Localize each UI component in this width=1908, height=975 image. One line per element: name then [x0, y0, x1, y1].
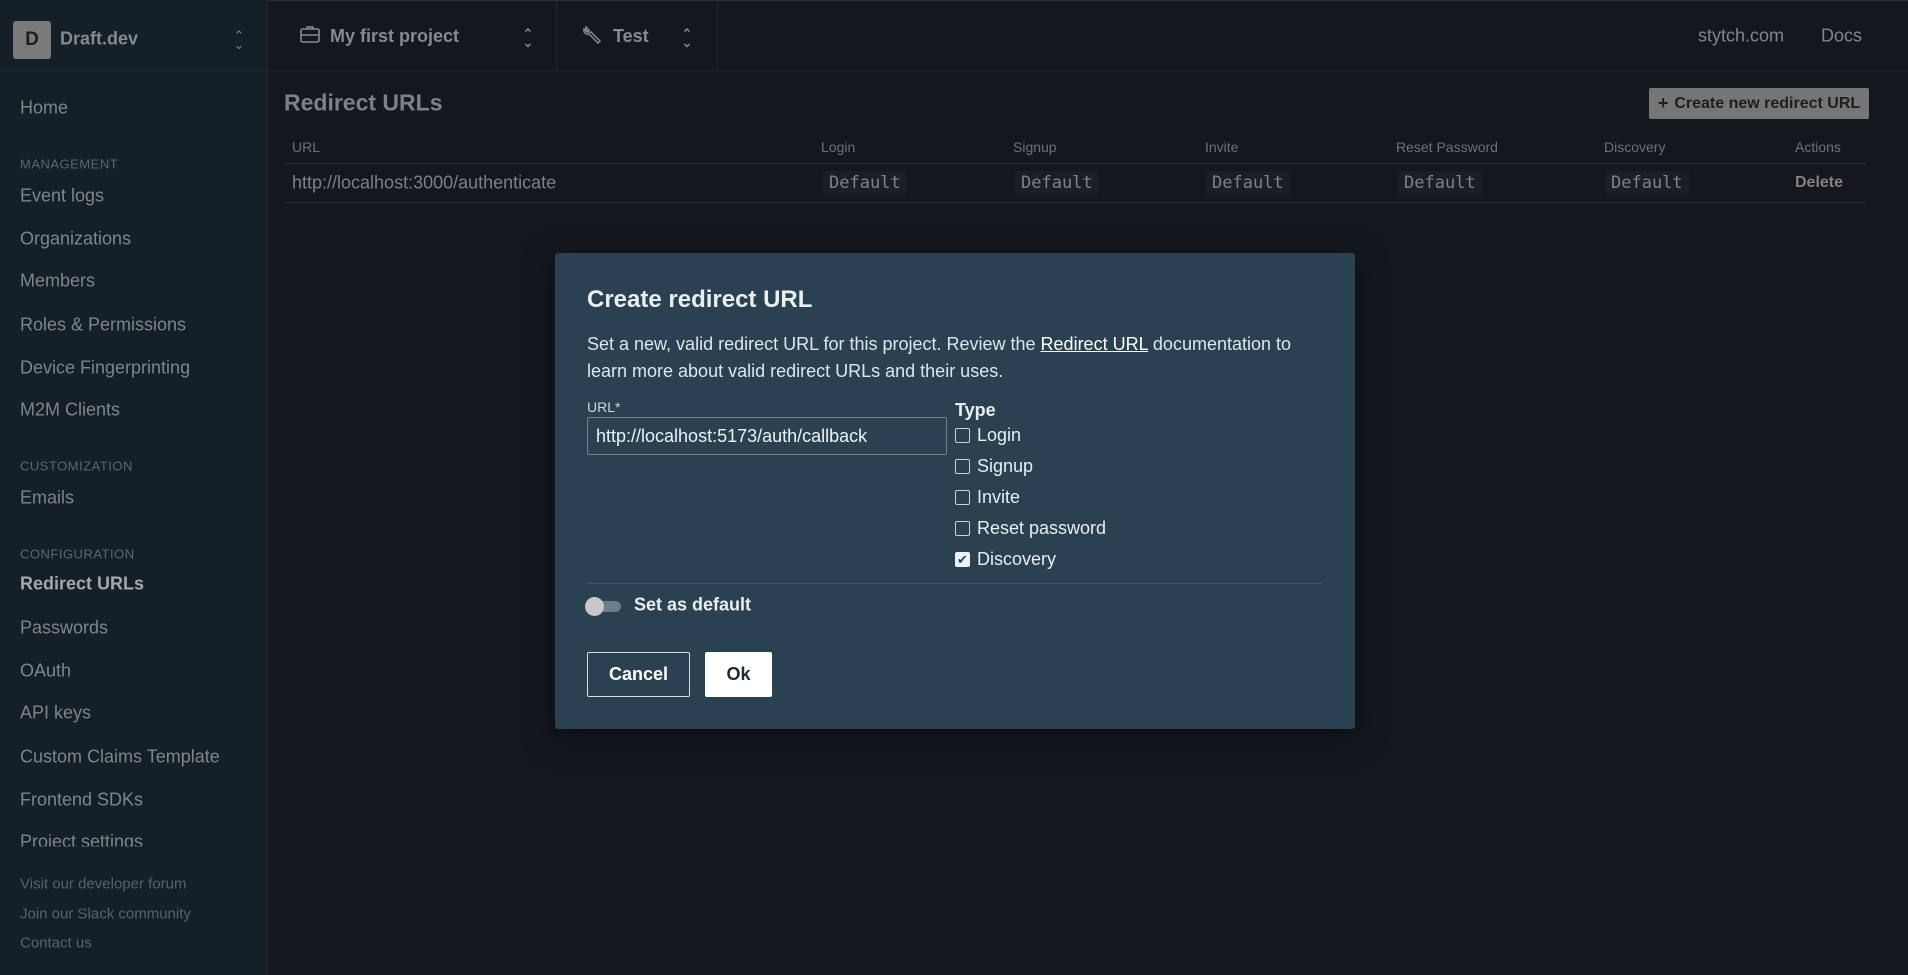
checkbox-unchecked-icon [955, 459, 970, 474]
sidebar-item-home[interactable]: Home [20, 98, 68, 119]
type-label: Invite [977, 487, 1021, 507]
type-checkbox-discovery[interactable]: ✔ Discovery [955, 549, 1056, 570]
checkbox-unchecked-icon [955, 428, 970, 443]
docs-link[interactable]: Docs [1821, 26, 1862, 47]
sidebar-section-heading: MANAGEMENT [20, 156, 119, 172]
dialog-title: Create redirect URL [587, 286, 813, 313]
type-checkbox-signup[interactable]: Signup [955, 456, 1033, 477]
sidebar-item-frontend-sdks[interactable]: Frontend SDKs [20, 790, 143, 811]
sidebar-item-passwords[interactable]: Passwords [20, 618, 108, 639]
checkbox-unchecked-icon [955, 521, 970, 536]
signup-default-badge: Default [1015, 171, 1099, 195]
create-redirect-url-button[interactable]: + Create new redirect URL [1649, 88, 1869, 119]
sidebar-section-heading: CONFIGURATION [20, 546, 135, 562]
url-label: URL* [587, 399, 621, 415]
row-url: http://localhost:3000/authenticate [292, 172, 557, 193]
chevron-updown-icon: ⌃ ⌄ [233, 28, 245, 52]
header-discovery: Discovery [1604, 139, 1666, 155]
sidebar-item-roles-permissions[interactable]: Roles & Permissions [20, 315, 186, 336]
delete-link[interactable]: Delete [1795, 174, 1843, 192]
header-login: Login [821, 139, 856, 155]
footer-link-0[interactable]: Visit our developer forum [20, 876, 186, 893]
sidebar-item-emails[interactable]: Emails [20, 488, 74, 509]
set-as-default-label: Set as default [634, 594, 752, 615]
type-label: Login [977, 425, 1022, 445]
header-reset-password: Reset Password [1396, 139, 1498, 155]
page-title: Redirect URLs [284, 89, 443, 116]
sidebar-item-custom-claims-template[interactable]: Custom Claims Template [20, 747, 220, 768]
type-label: Discovery [977, 549, 1057, 569]
chevron-updown-icon: ⌃ ⌄ [681, 26, 693, 50]
org-switcher[interactable]: D Draft.dev ⌃ ⌄ [0, 0, 268, 71]
sidebar-item-oauth[interactable]: OAuth [20, 661, 71, 682]
sidebar-item-organizations[interactable]: Organizations [20, 229, 131, 250]
top-bar: My first project ⌃ ⌄ Test ⌃ ⌄ stytch.com D… [268, 0, 1908, 71]
type-checkbox-login[interactable]: Login [955, 425, 1021, 446]
briefcase-icon [300, 25, 320, 48]
environment-name: Test [613, 25, 649, 46]
project-name: My first project [330, 25, 460, 46]
org-avatar: D [13, 21, 51, 59]
header-actions: Actions [1795, 139, 1841, 155]
login-default-badge: Default [823, 171, 907, 195]
sidebar-item-m2m-clients[interactable]: M2M Clients [20, 400, 120, 421]
redirect-url-docs-link[interactable]: Redirect URL [1041, 334, 1148, 354]
cancel-button[interactable]: Cancel [587, 652, 690, 697]
invite-default-badge: Default [1206, 171, 1290, 195]
checkbox-unchecked-icon [955, 490, 970, 505]
sidebar-section-heading: CUSTOMIZATION [20, 458, 133, 474]
table-row [284, 202, 1866, 203]
chevron-updown-icon: ⌃ ⌄ [522, 26, 534, 50]
create-redirect-url-dialog: Create redirect URL Set a new, valid red… [555, 253, 1355, 729]
wrench-icon [583, 24, 603, 49]
type-label: Signup [977, 456, 1034, 476]
sidebar-item-redirect-urls[interactable]: Redirect URLs [20, 574, 144, 595]
checkbox-checked-icon: ✔ [955, 552, 970, 567]
environment-selector[interactable]: Test ⌃ ⌄ [557, 1, 718, 71]
sidebar: D Draft.dev ⌃ ⌄ Home MANAGEMENT Event logs O… [0, 0, 268, 975]
set-as-default-toggle[interactable] [585, 596, 623, 616]
sidebar-item-api-keys[interactable]: API keys [20, 703, 91, 724]
org-name: Draft.dev [60, 28, 139, 49]
dialog-description: Set a new, valid redirect URL for this p… [587, 334, 1292, 381]
type-checkbox-invite[interactable]: Invite [955, 487, 1020, 508]
type-label: Type [955, 400, 996, 420]
reset-default-badge: Default [1398, 171, 1482, 195]
footer-link-1[interactable]: Join our Slack community [20, 906, 191, 923]
type-checkbox-reset-password[interactable]: Reset password [955, 518, 1106, 539]
stytch-link[interactable]: stytch.com [1698, 26, 1784, 47]
ok-button[interactable]: Ok [705, 652, 772, 697]
plus-icon: + [1657, 93, 1669, 113]
type-label: Reset password [977, 518, 1107, 538]
project-selector[interactable]: My first project ⌃ ⌄ [268, 1, 557, 71]
sidebar-item-project-settings[interactable]: Project settings [20, 832, 143, 847]
url-input[interactable] [587, 417, 947, 455]
header-url: URL [292, 139, 321, 155]
type-checkbox-group: Login Signup Invite Reset password ✔ Discover… [955, 425, 1255, 585]
sidebar-item-event-logs[interactable]: Event logs [20, 186, 104, 207]
discovery-default-badge: Default [1605, 171, 1689, 195]
header-invite: Invite [1205, 139, 1239, 155]
footer-link-2[interactable]: Contact us [20, 935, 92, 952]
sidebar-item-members[interactable]: Members [20, 271, 95, 292]
sidebar-item-device-fingerprinting[interactable]: Device Fingerprinting [20, 358, 190, 379]
header-signup: Signup [1013, 139, 1057, 155]
